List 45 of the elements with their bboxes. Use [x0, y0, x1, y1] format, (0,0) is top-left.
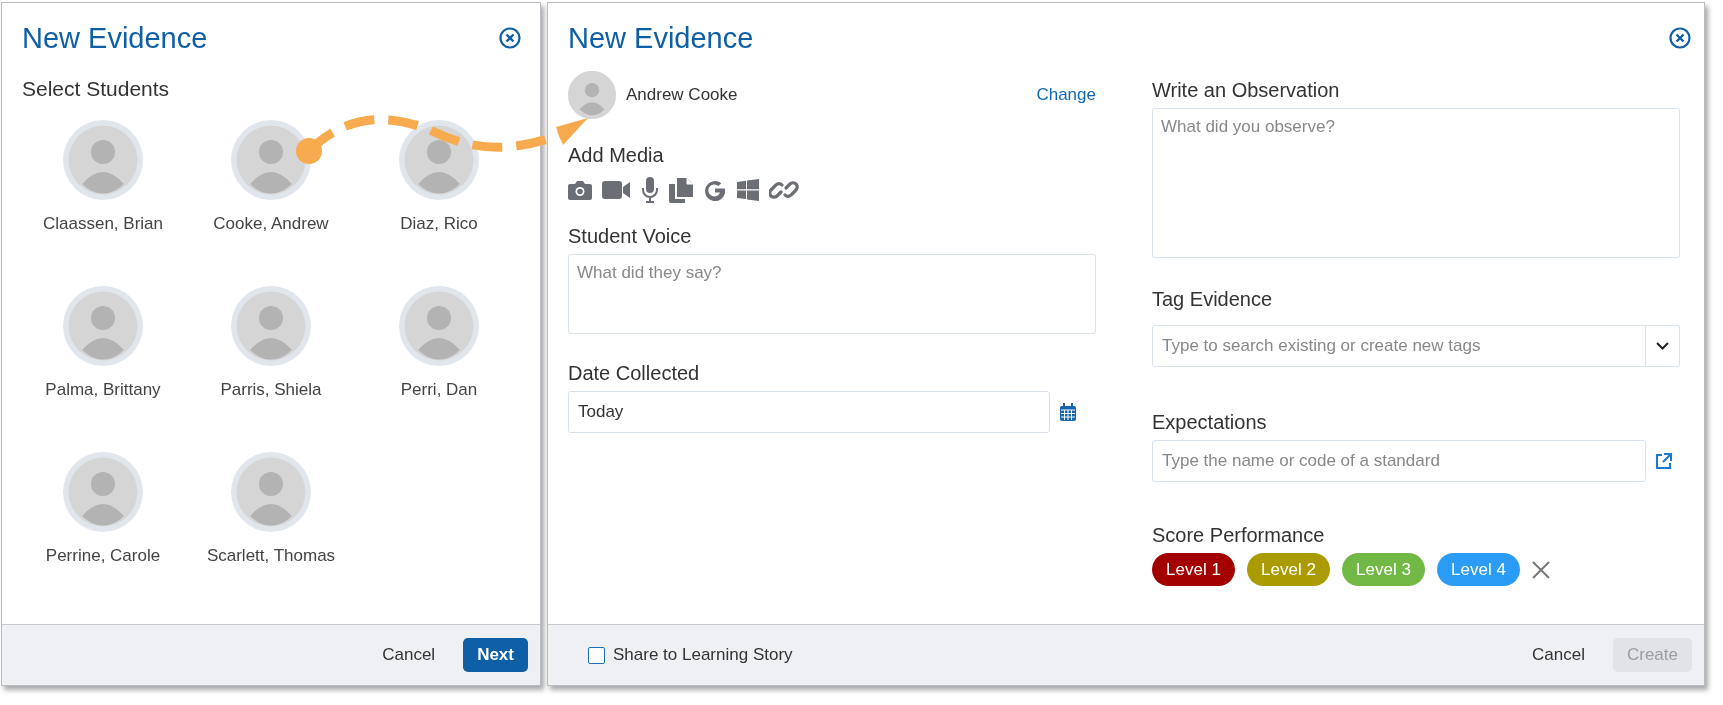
cancel-button[interactable]: Cancel	[1518, 638, 1599, 672]
change-link[interactable]: Change	[1036, 85, 1096, 105]
calendar-icon[interactable]	[1060, 403, 1076, 421]
primary-button[interactable]: Next	[463, 638, 528, 672]
field-label: Student Voice	[568, 225, 693, 248]
date-field[interactable]: Today	[568, 391, 1050, 433]
clear-icon[interactable]	[1532, 560, 1550, 579]
student-name[interactable]: Parris, Shiela	[220, 380, 322, 400]
files-icon[interactable]	[669, 177, 693, 203]
student-name: Andrew Cooke	[626, 85, 739, 105]
field-label: Expectations	[1152, 411, 1268, 434]
cancel-button[interactable]: Cancel	[368, 638, 450, 672]
close-icon[interactable]	[1668, 26, 1692, 50]
student-name[interactable]: Cooke, Andrew	[213, 214, 329, 234]
microphone-icon[interactable]	[641, 177, 659, 203]
chevron-down-icon	[1656, 342, 1669, 350]
share-checkbox[interactable]: Share to Learning Story	[588, 645, 1505, 665]
external-link-icon[interactable]	[1655, 452, 1672, 470]
field-label: Score Performance	[1152, 524, 1326, 547]
student-name[interactable]: Diaz, Rico	[400, 214, 478, 234]
student-name[interactable]: Claassen, Brian	[43, 214, 163, 234]
field-label: Tag Evidence	[1152, 288, 1274, 311]
link-icon[interactable]	[769, 178, 799, 202]
video-camera-icon[interactable]	[602, 180, 631, 200]
camera-icon[interactable]	[568, 179, 592, 201]
student-name[interactable]: Perrine, Carole	[45, 546, 161, 566]
tag-search-field[interactable]: Type to search existing or create new tags	[1152, 325, 1646, 367]
dialog-title: New Evidence	[22, 21, 208, 55]
observation-field[interactable]: What did you observe?	[1152, 108, 1680, 258]
windows-icon[interactable]	[737, 179, 759, 201]
field-label: Date Collected	[568, 362, 701, 385]
section-label: Select Students	[22, 77, 171, 101]
dropdown-button[interactable]	[1646, 325, 1680, 367]
field-label: Write an Observation	[1152, 79, 1341, 102]
student-avatar	[568, 71, 616, 119]
student-name[interactable]: Scarlett, Thomas	[206, 546, 336, 566]
field-label: Add Media	[568, 144, 665, 167]
student-name[interactable]: Perri, Dan	[400, 380, 478, 400]
expectations-field[interactable]: Type the name or code of a standard	[1152, 440, 1646, 482]
google-icon[interactable]	[703, 178, 727, 202]
student-name[interactable]: Palma, Brittany	[45, 380, 161, 400]
level-button[interactable]: Level 1	[1152, 553, 1235, 586]
dialog-title: New Evidence	[568, 21, 754, 55]
student-voice-field[interactable]: What did they say?	[568, 254, 1096, 334]
close-icon[interactable]	[498, 26, 522, 50]
